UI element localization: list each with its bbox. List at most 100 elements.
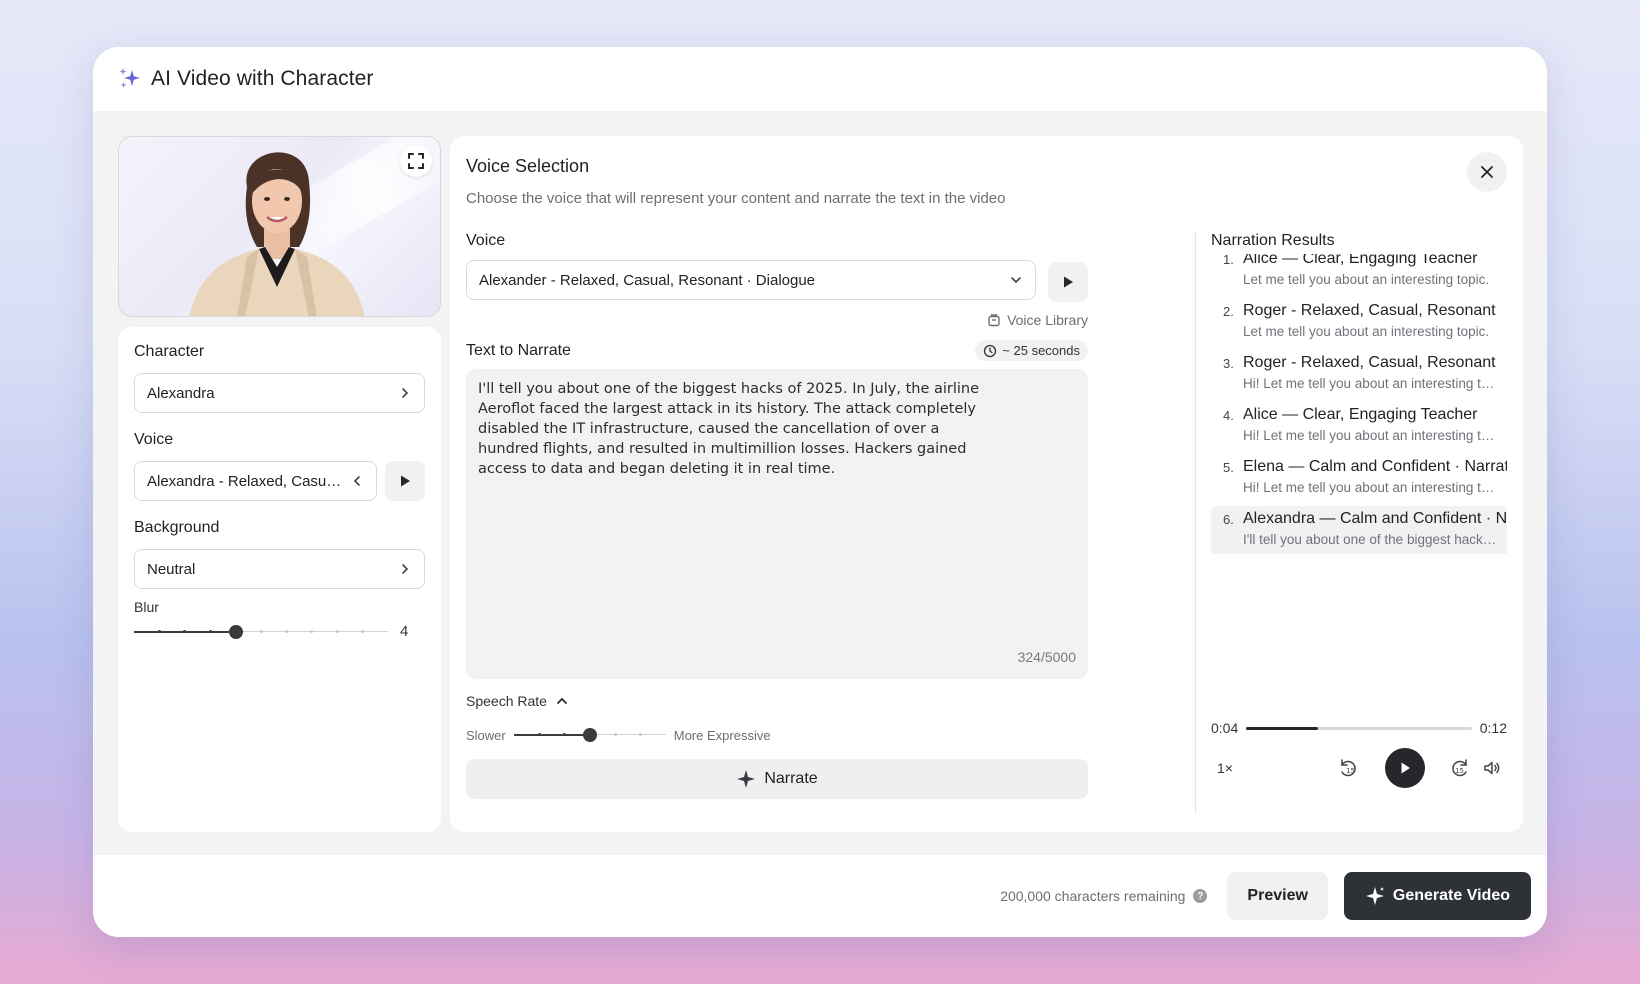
character-preview: [118, 136, 441, 317]
background-select[interactable]: Neutral: [134, 549, 425, 589]
duration-badge: ~ 25 seconds: [975, 340, 1088, 361]
characters-remaining-text: 200,000 characters remaining: [1000, 888, 1186, 904]
speech-rate-toggle[interactable]: Speech Rate: [466, 693, 1088, 709]
sparkle-icon: [1365, 887, 1384, 905]
audio-controls: 1× 15 15: [1211, 748, 1507, 788]
rate-slower-label: Slower: [466, 727, 506, 743]
narration-result-item[interactable]: 2. Roger - Relaxed, Casual, Resonant Let m…: [1211, 298, 1507, 348]
help-icon[interactable]: ?: [1193, 889, 1208, 903]
voice-library-label: Voice Library: [1007, 312, 1088, 328]
result-number: 1.: [1223, 254, 1234, 267]
character-value: Alexandra: [147, 384, 215, 402]
result-voice-name: Elena — Calm and Confident · Narration: [1243, 458, 1507, 475]
chevron-down-icon: [1011, 277, 1021, 284]
page-title: AI Video with Character: [151, 67, 374, 90]
play-icon: [401, 475, 410, 487]
duration-value: ~ 25 seconds: [1002, 343, 1080, 358]
voice-play-button[interactable]: [1048, 262, 1088, 302]
preview-button[interactable]: Preview: [1227, 872, 1328, 920]
time-current: 0:04: [1211, 720, 1239, 736]
background-value: Neutral: [147, 560, 196, 578]
character-voice-select[interactable]: Alexandra - Relaxed, Casual...: [134, 461, 377, 501]
result-voice-name: Alexandra — Calm and Confident · Narrati…: [1243, 510, 1507, 527]
chevron-left-icon: [353, 476, 360, 486]
generate-video-button[interactable]: Generate Video: [1343, 872, 1531, 920]
voice-settings-column: Voice Alexander - Relaxed, Casual, Reson…: [466, 232, 1088, 799]
sparkle-icon: [119, 68, 140, 88]
characters-remaining: 200,000 characters remaining ?: [1000, 888, 1208, 904]
result-snippet: Let me tell you about an interesting top…: [1243, 324, 1490, 339]
volume-icon: [1484, 761, 1500, 775]
result-voice-name: Roger - Relaxed, Casual, Resonant: [1243, 302, 1496, 319]
app-window: AI Video with Character Character Alexan…: [93, 47, 1547, 937]
speech-rate-label: Speech Rate: [466, 693, 547, 709]
narration-result-item[interactable]: 4. Alice — Clear, Engaging Teacher Hi! Let…: [1211, 402, 1507, 452]
voice-selection-panel: Voice Selection Choose the voice that wi…: [450, 136, 1523, 832]
character-count: 324/5000: [1017, 649, 1076, 665]
chevron-up-icon: [557, 697, 567, 704]
character-select[interactable]: Alexandra: [134, 373, 425, 413]
svg-text:15: 15: [1455, 767, 1464, 775]
character-label: Character: [134, 343, 205, 360]
character-voice-play-button[interactable]: [385, 461, 425, 501]
narrate-button[interactable]: Narrate: [466, 759, 1088, 799]
clock-icon: [984, 344, 997, 357]
narration-result-item[interactable]: 6. Alexandra — Calm and Confident · Narra…: [1211, 506, 1507, 554]
narration-text: I'll tell you about one of the biggest h…: [478, 381, 980, 477]
rewind-15-button[interactable]: 15: [1333, 748, 1363, 788]
forward-15-icon: 15: [1452, 759, 1467, 777]
result-voice-name: Roger - Relaxed, Casual, Resonant: [1243, 354, 1496, 371]
rate-expressive-label: More Expressive: [673, 727, 771, 743]
speech-rate-handle[interactable]: [582, 728, 597, 742]
narrate-label: Narrate: [764, 770, 818, 787]
speech-rate-slider[interactable]: [513, 727, 666, 743]
narration-results-title: Narration Results: [1211, 232, 1335, 249]
text-to-narrate-label: Text to Narrate: [466, 341, 571, 359]
narration-result-item[interactable]: 3. Roger - Relaxed, Casual, Resonant Hi! L…: [1211, 350, 1507, 400]
close-icon: [1481, 166, 1493, 178]
forward-15-button[interactable]: 15: [1445, 748, 1475, 788]
audio-play-button[interactable]: [1385, 748, 1425, 788]
voice-library-link[interactable]: Voice Library: [466, 312, 1088, 328]
play-icon: [1401, 762, 1410, 774]
character-settings-panel: Character Alexandra Voice Alexandra - Re…: [118, 327, 441, 832]
generate-video-label: Generate Video: [1392, 887, 1510, 904]
voice-dropdown[interactable]: Alexander - Relaxed, Casual, Resonant · …: [466, 260, 1036, 300]
expand-icon: [408, 153, 424, 169]
voice-selection-subtitle: Choose the voice that will represent you…: [466, 190, 1006, 207]
play-icon: [1064, 276, 1073, 288]
blur-value: 4: [400, 623, 409, 640]
voice-dropdown-value: Alexander - Relaxed, Casual, Resonant · …: [479, 271, 816, 289]
result-number: 3.: [1223, 356, 1234, 371]
sparkle-icon: [737, 770, 756, 788]
result-number: 5.: [1223, 460, 1234, 475]
expand-button[interactable]: [400, 145, 432, 177]
result-snippet: I'll tell you about one of the biggest h…: [1243, 532, 1497, 547]
voice-field-label: Voice: [466, 232, 506, 249]
character-voice-value: Alexandra - Relaxed, Casual...: [147, 472, 344, 490]
result-voice-name: Alice — Clear, Engaging Teacher: [1243, 254, 1478, 267]
blur-label: Blur: [134, 599, 159, 615]
voice-label: Voice: [134, 431, 174, 448]
footer-bar: 200,000 characters remaining ? Preview G…: [93, 855, 1547, 937]
chevron-right-icon: [402, 388, 409, 398]
time-total: 0:12: [1479, 720, 1507, 736]
result-snippet: Hi! Let me tell you about an interesting…: [1243, 480, 1497, 495]
background-label: Background: [134, 519, 220, 536]
audio-seek-bar[interactable]: [1246, 726, 1472, 730]
narration-result-item[interactable]: 5. Elena — Calm and Confident · Narration…: [1211, 454, 1507, 504]
narration-result-item[interactable]: 1. Alice — Clear, Engaging Teacher Let me …: [1211, 254, 1507, 296]
blur-slider-handle[interactable]: [228, 624, 243, 639]
narration-results-list: 1. Alice — Clear, Engaging Teacher Let me …: [1211, 254, 1507, 554]
narration-text-input[interactable]: I'll tell you about one of the biggest h…: [466, 369, 1088, 679]
close-button[interactable]: [1467, 152, 1507, 192]
audio-progress: 0:04 0:12: [1211, 720, 1507, 736]
playback-speed-button[interactable]: 1×: [1217, 748, 1233, 788]
rewind-15-icon: 15: [1341, 759, 1356, 777]
result-number: 6.: [1223, 512, 1234, 527]
narration-results-column: Narration Results 1. Alice — Clear, Engag…: [1211, 232, 1507, 816]
blur-slider[interactable]: [134, 624, 388, 640]
voice-selection-title: Voice Selection: [466, 156, 590, 176]
volume-button[interactable]: [1477, 748, 1507, 788]
column-divider: [1195, 232, 1196, 814]
